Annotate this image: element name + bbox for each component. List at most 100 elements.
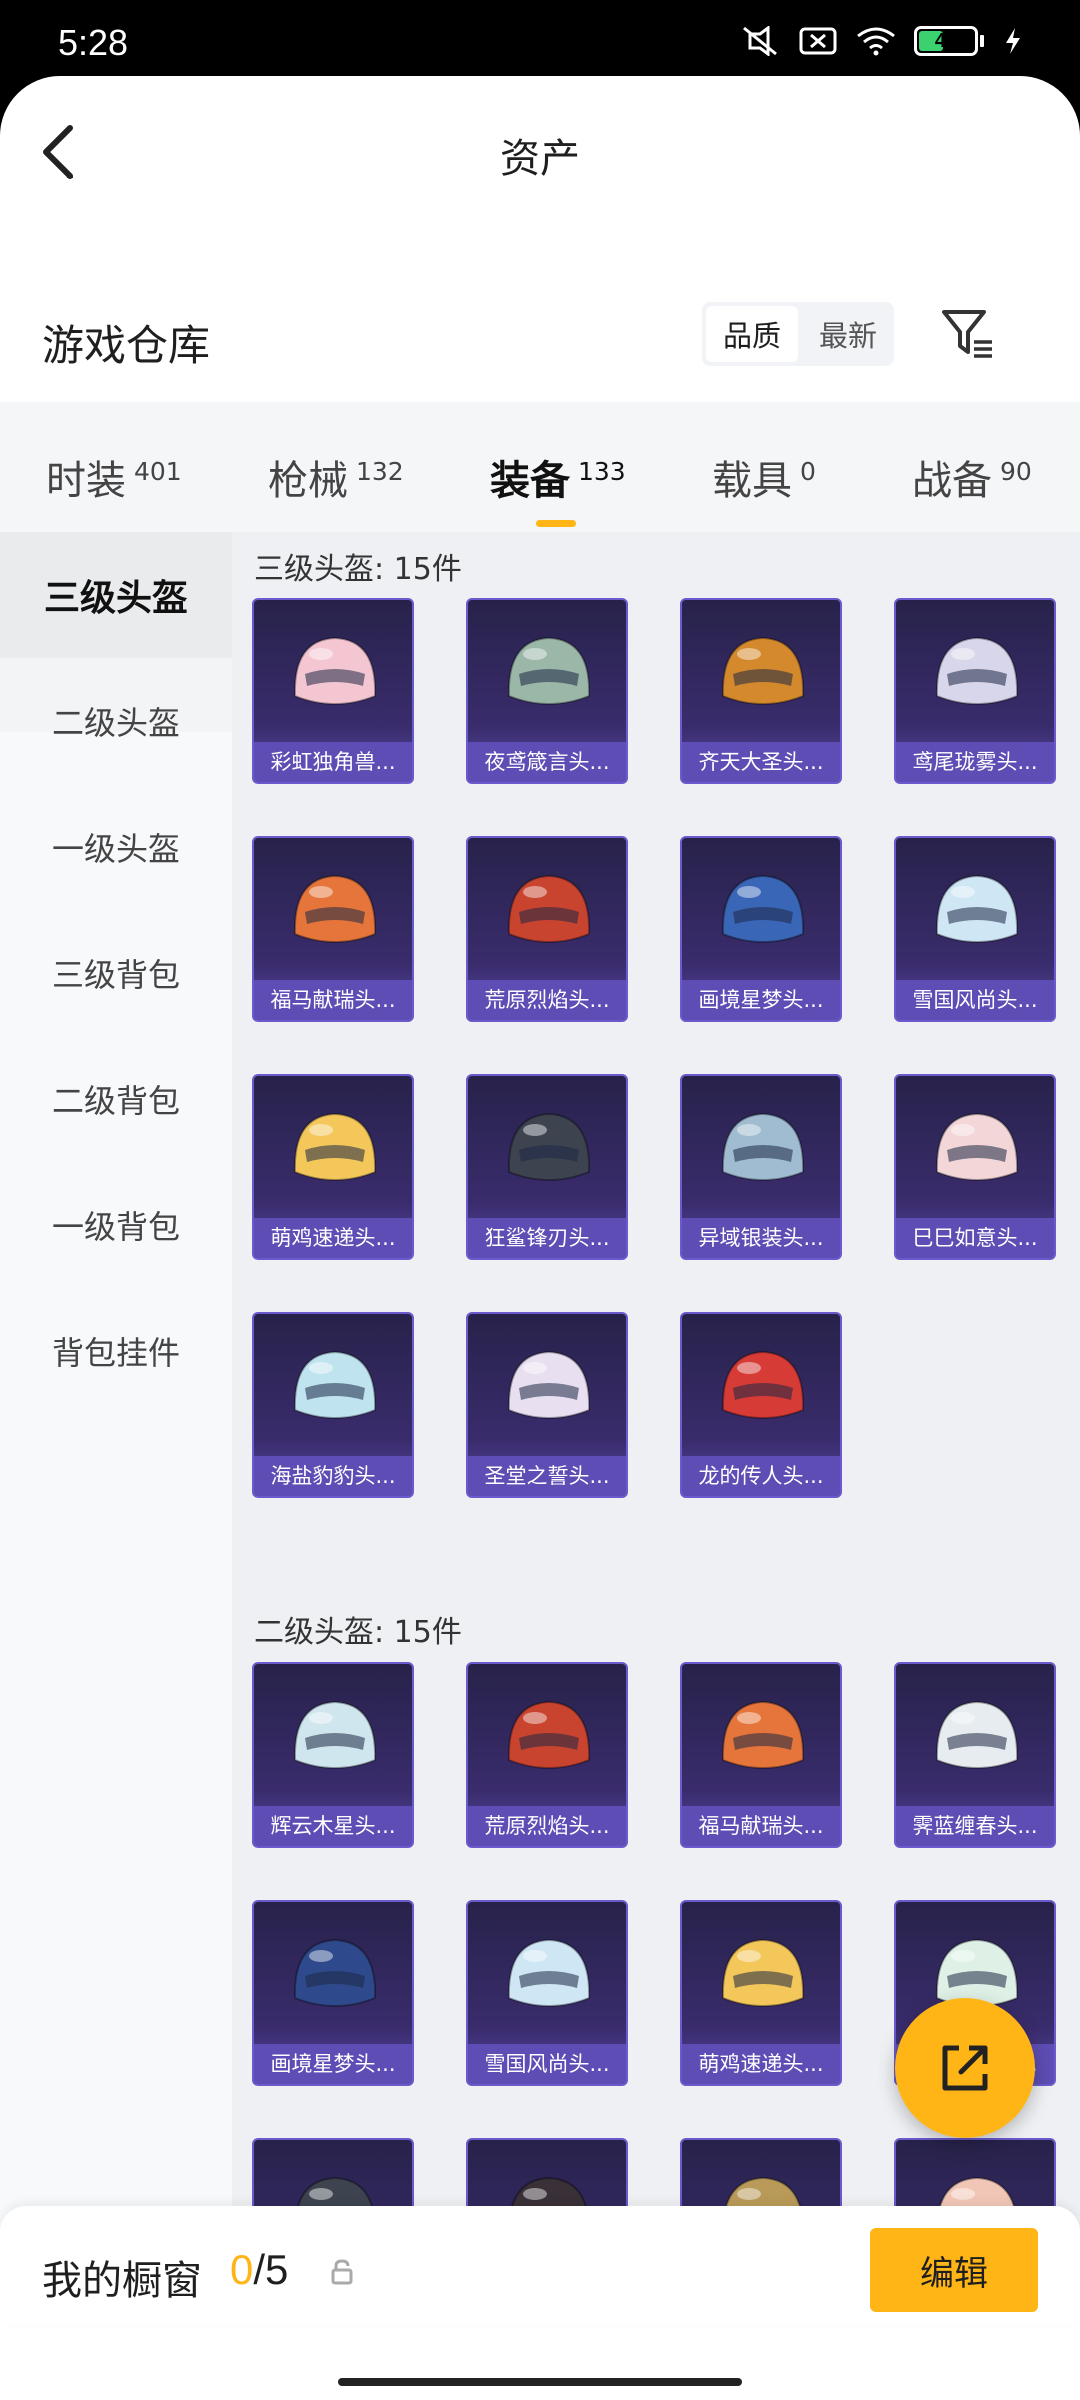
helmet-icon: [293, 636, 377, 706]
helmet-item[interactable]: 荒原烈焰头...: [466, 1662, 628, 1848]
helmet-item[interactable]: 圣堂之誓头...: [466, 1312, 628, 1498]
helmet-icon: [721, 636, 805, 706]
helmet-item[interactable]: 巳巳如意头...: [894, 1074, 1056, 1260]
helmet-icon: [507, 1938, 591, 2008]
helmet-item[interactable]: 画境星梦头...: [680, 836, 842, 1022]
tab-battle-prep[interactable]: 战备 90: [912, 448, 1032, 506]
helmet-item[interactable]: 萌鸡速递头...: [680, 1900, 842, 2086]
section-title: 二级头盔: 15件: [254, 1615, 462, 1650]
helmet-item[interactable]: 鸢尾珑雾头...: [894, 598, 1056, 784]
helmet-item[interactable]: 萌鸡速递头...: [252, 1074, 414, 1260]
helmet-icon: [507, 1112, 591, 1182]
helmet-item[interactable]: 画境星梦头...: [252, 1900, 414, 2086]
showcase-bar: 我的橱窗 0/5 编辑: [0, 2206, 1080, 2324]
tab-fashion[interactable]: 时装 401: [46, 448, 182, 506]
mute-icon: [743, 26, 777, 56]
page-title: 资产: [500, 136, 580, 182]
showcase-label: 我的橱窗: [42, 2258, 202, 2304]
helmet-item[interactable]: 异域银装头...: [680, 1074, 842, 1260]
helmet-icon: [935, 636, 1019, 706]
status-icons: 42: [740, 26, 1024, 56]
helmet-icon: [507, 1350, 591, 1420]
item-name: 鸢尾珑雾头...: [896, 742, 1054, 782]
active-tab-indicator: [536, 520, 576, 527]
item-name: 霁蓝缠春头...: [896, 1806, 1054, 1846]
wifi-icon: [857, 27, 895, 56]
status-time: 5:28: [58, 22, 129, 63]
item-name: 画境星梦头...: [254, 2044, 412, 2084]
sim-x-icon: [799, 27, 837, 55]
item-name: 萌鸡速递头...: [682, 2044, 840, 2084]
tab-label: 战备: [912, 458, 992, 504]
tab-count: 0: [800, 457, 816, 486]
helmet-icon: [935, 1112, 1019, 1182]
sidebar-item-level3-backpack[interactable]: 三级背包: [0, 910, 232, 1036]
helmet-item[interactable]: 夜鸢箴言头...: [466, 598, 628, 784]
helmet-item[interactable]: 福马献瑞头...: [680, 1662, 842, 1848]
item-name: 龙的传人头...: [682, 1456, 840, 1496]
helmet-item[interactable]: 福马献瑞头...: [252, 836, 414, 1022]
helmet-icon: [507, 874, 591, 944]
helmet-icon: [507, 636, 591, 706]
sidebar-item-level2-helmet[interactable]: 二级头盔: [0, 658, 232, 784]
helmet-item[interactable]: 霁蓝缠春头...: [894, 1662, 1056, 1848]
sidebar-item-level1-helmet[interactable]: 一级头盔: [0, 784, 232, 910]
tab-equipment[interactable]: 装备 133: [490, 448, 626, 506]
home-indicator[interactable]: [338, 2378, 742, 2386]
tab-weapons[interactable]: 枪械 132: [268, 448, 404, 506]
helmet-icon: [293, 1350, 377, 1420]
item-name: 齐天大圣头...: [682, 742, 840, 782]
item-name: 海盐豹豹头...: [254, 1456, 412, 1496]
sidebar-item-backpack-charms[interactable]: 背包挂件: [0, 1288, 232, 1414]
item-name: 狂鲨锋刃头...: [468, 1218, 626, 1258]
tab-count: 90: [1000, 457, 1032, 486]
subcategory-sidebar: 三级头盔 二级头盔 一级头盔 三级背包 二级背包 一级背包 背包挂件: [0, 532, 232, 2282]
helmet-item[interactable]: 荒原烈焰头...: [466, 836, 628, 1022]
showcase-current: 0: [230, 2246, 254, 2293]
helmet-item[interactable]: 辉云木星头...: [252, 1662, 414, 1848]
tab-label: 装备: [490, 458, 570, 504]
tab-count: 132: [356, 457, 404, 486]
filter-icon[interactable]: [940, 306, 996, 362]
showcase-total: /5: [253, 2246, 289, 2293]
item-name: 福马献瑞头...: [682, 1806, 840, 1846]
sidebar-item-level2-backpack[interactable]: 二级背包: [0, 1036, 232, 1162]
item-name: 萌鸡速递头...: [254, 1218, 412, 1258]
item-name: 福马献瑞头...: [254, 980, 412, 1020]
item-name: 画境星梦头...: [682, 980, 840, 1020]
sidebar-item-level1-backpack[interactable]: 一级背包: [0, 1162, 232, 1288]
helmet-item[interactable]: 狂鲨锋刃头...: [466, 1074, 628, 1260]
top-bar: 资产: [0, 76, 1080, 226]
tab-count: 401: [134, 457, 182, 486]
helmet-icon: [507, 1700, 591, 1770]
item-name: 荒原烈焰头...: [468, 980, 626, 1020]
share-button[interactable]: [895, 1998, 1035, 2138]
helmet-item[interactable]: 齐天大圣头...: [680, 598, 842, 784]
helmet-item[interactable]: 海盐豹豹头...: [252, 1312, 414, 1498]
item-name: 夜鸢箴言头...: [468, 742, 626, 782]
share-external-icon: [942, 2045, 988, 2091]
helmet-item[interactable]: 雪国风尚头...: [466, 1900, 628, 2086]
status-bar: 5:28 42: [0, 0, 1080, 80]
helmet-item[interactable]: 彩虹独角兽...: [252, 598, 414, 784]
tab-label: 时装: [46, 458, 126, 504]
helmet-item[interactable]: 雪国风尚头...: [894, 836, 1056, 1022]
showcase-count: 0/5: [230, 2246, 288, 2294]
sort-newest-button[interactable]: 最新: [802, 302, 894, 366]
helmet-icon: [293, 874, 377, 944]
helmet-icon: [293, 1700, 377, 1770]
edit-button[interactable]: 编辑: [870, 2228, 1038, 2312]
helmet-icon: [935, 1700, 1019, 1770]
helmet-icon: [721, 1700, 805, 1770]
sort-quality-button[interactable]: 品质: [706, 306, 798, 362]
item-name: 辉云木星头...: [254, 1806, 412, 1846]
helmet-icon: [721, 1112, 805, 1182]
helmet-icon: [935, 874, 1019, 944]
item-name: 雪国风尚头...: [896, 980, 1054, 1020]
helmet-icon: [721, 1350, 805, 1420]
item-name: 异域银装头...: [682, 1218, 840, 1258]
tab-vehicles[interactable]: 载具 0: [712, 448, 816, 506]
helmet-item[interactable]: 龙的传人头...: [680, 1312, 842, 1498]
tab-count: 133: [578, 457, 626, 486]
sidebar-item-level3-helmet[interactable]: 三级头盔: [0, 532, 232, 658]
